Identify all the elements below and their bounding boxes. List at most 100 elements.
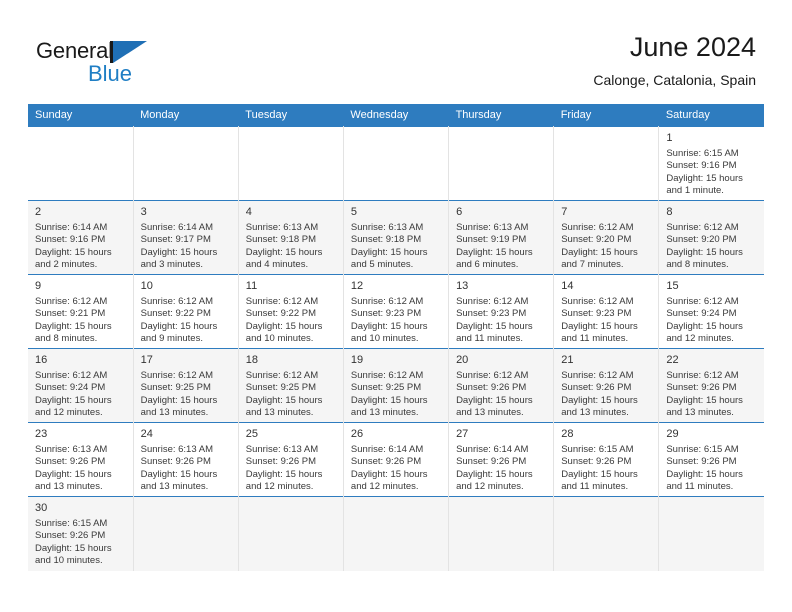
day-sunrise-text: Sunrise: 6:12 AM [245,296,319,307]
day-daylight1-text: Daylight: 15 hours [666,320,743,332]
day-sunrise-text: Sunrise: 6:15 AM [666,444,739,455]
blue-triangle-flag-icon [113,41,147,63]
day-cell-inner: 13 Sunrise: 6:12 AM Sunset: 9:23 PM Dayligh… [449,275,553,348]
calendar-day-cell[interactable]: 6 Sunrise: 6:13 AM Sunset: 9:19 PM Daylight… [448,200,555,275]
calendar-day-cell[interactable]: 2 Sunrise: 6:14 AM Sunset: 9:16 PM Daylight… [28,200,134,275]
day-number: 11 [245,280,258,292]
calendar-day-cell[interactable]: 12 Sunrise: 6:12 AM Sunset: 9:23 PM Dayligh… [343,274,450,349]
day-number: 16 [35,354,48,366]
day-sunrise-text: Sunrise: 6:12 AM [140,370,213,381]
day-sun-info: Sunrise: 6:12 AM Sunset: 9:21 PM Daylight:… [35,296,127,346]
day-daylight1-text: Daylight: 15 hours [666,246,743,258]
calendar-day-cell[interactable]: 27 Sunrise: 6:14 AM Sunset: 9:26 PM Dayligh… [448,422,555,497]
day-cell-inner: 1 Sunrise: 6:15 AM Sunset: 9:16 PM Daylight… [659,127,764,200]
calendar-day-cell[interactable]: 14 Sunrise: 6:12 AM Sunset: 9:23 PM Dayligh… [553,274,660,349]
calendar-day-cell[interactable]: 17 Sunrise: 6:12 AM Sunset: 9:25 PM Dayligh… [133,348,239,423]
day-cell-inner: 26 Sunrise: 6:14 AM Sunset: 9:26 PM Dayligh… [344,423,448,496]
day-daylight2-text: and 13 minutes. [561,407,629,419]
day-cell-inner: 20 Sunrise: 6:12 AM Sunset: 9:26 PM Dayligh… [449,349,553,422]
calendar-day-cell[interactable]: 3 Sunrise: 6:14 AM Sunset: 9:17 PM Daylight… [133,200,239,275]
day-sunset-text: Sunset: 9:16 PM [666,160,737,172]
day-sunset-text: Sunset: 9:26 PM [35,530,106,542]
calendar-day-cell[interactable]: 26 Sunrise: 6:14 AM Sunset: 9:26 PM Dayligh… [343,422,450,497]
day-daylight2-text: and 10 minutes. [350,333,419,345]
calendar-day-cell[interactable]: 5 Sunrise: 6:13 AM Sunset: 9:18 PM Daylight… [343,200,450,275]
day-number: 26 [350,428,364,440]
day-sunset-text: Sunset: 9:26 PM [140,456,211,468]
day-sunrise-text: Sunrise: 6:13 AM [140,444,213,455]
calendar-day-cell[interactable]: 18 Sunrise: 6:12 AM Sunset: 9:25 PM Dayligh… [238,348,344,423]
day-sunset-text: Sunset: 9:22 PM [140,308,211,320]
day-daylight1-text: Daylight: 15 hours [561,246,638,258]
calendar-day-cell[interactable]: 30 Sunrise: 6:15 AM Sunset: 9:26 PM Dayligh… [28,496,134,571]
day-sunset-text: Sunset: 9:23 PM [350,308,422,320]
day-number: 30 [35,502,48,514]
day-cell-inner [239,127,343,200]
calendar-day-cell[interactable]: 15 Sunrise: 6:12 AM Sunset: 9:24 PM Dayligh… [658,274,764,349]
day-sunrise-text: Sunrise: 6:12 AM [350,370,424,381]
day-number: 18 [245,354,259,366]
day-sun-info: Sunrise: 6:12 AM Sunset: 9:23 PM Daylight:… [351,296,442,346]
calendar-day-cell[interactable]: 4 Sunrise: 6:13 AM Sunset: 9:18 PM Daylight… [238,200,344,275]
day-sunset-text: Sunset: 9:16 PM [35,234,106,246]
day-sunset-text: Sunset: 9:26 PM [245,456,317,468]
day-sunset-text: Sunset: 9:18 PM [245,234,317,246]
day-sunrise-text: Sunrise: 6:14 AM [350,444,424,455]
day-cell-inner: 17 Sunrise: 6:12 AM Sunset: 9:25 PM Dayligh… [134,349,238,422]
day-number: 27 [456,428,469,440]
calendar-day-cell[interactable]: 16 Sunrise: 6:12 AM Sunset: 9:24 PM Dayligh… [28,348,134,423]
day-number: 24 [140,428,153,440]
day-cell-inner [239,497,343,571]
day-number: 8 [666,206,673,218]
calendar-day-cell[interactable]: 8 Sunrise: 6:12 AM Sunset: 9:20 PM Daylight… [658,200,764,275]
calendar-day-cell[interactable]: 25 Sunrise: 6:13 AM Sunset: 9:26 PM Dayligh… [238,422,344,497]
calendar-body: 1 Sunrise: 6:15 AM Sunset: 9:16 PM Daylight… [28,126,764,571]
day-daylight1-text: Daylight: 15 hours [456,320,533,332]
day-sunrise-text: Sunrise: 6:13 AM [245,222,319,233]
calendar-day-cell[interactable]: 13 Sunrise: 6:12 AM Sunset: 9:23 PM Dayligh… [448,274,555,349]
day-number: 7 [561,206,568,218]
calendar-empty-cell [28,126,134,201]
day-cell-inner: 28 Sunrise: 6:15 AM Sunset: 9:26 PM Dayligh… [554,423,658,496]
general-blue-logo[interactable]: General Blue [36,38,196,90]
day-daylight1-text: Daylight: 15 hours [350,468,428,480]
calendar-day-cell[interactable]: 10 Sunrise: 6:12 AM Sunset: 9:22 PM Dayligh… [133,274,239,349]
day-daylight2-text: and 13 minutes. [140,481,209,493]
day-cell-inner: 2 Sunrise: 6:14 AM Sunset: 9:16 PM Daylight… [28,201,133,274]
calendar-day-cell[interactable]: 7 Sunrise: 6:12 AM Sunset: 9:20 PM Daylight… [553,200,660,275]
day-sun-info: Sunrise: 6:12 AM Sunset: 9:25 PM Daylight:… [351,370,442,420]
day-cell-inner [344,127,448,200]
calendar-day-cell[interactable]: 22 Sunrise: 6:12 AM Sunset: 9:26 PM Dayligh… [658,348,764,423]
day-sunrise-text: Sunrise: 6:12 AM [666,370,739,381]
day-sun-info: Sunrise: 6:12 AM Sunset: 9:25 PM Daylight:… [246,370,337,420]
calendar-day-cell[interactable]: 28 Sunrise: 6:15 AM Sunset: 9:26 PM Dayligh… [553,422,660,497]
day-sunrise-text: Sunrise: 6:13 AM [35,444,108,455]
calendar-day-cell[interactable]: 1 Sunrise: 6:15 AM Sunset: 9:16 PM Daylight… [658,126,764,201]
day-number: 21 [561,354,574,366]
day-sunset-text: Sunset: 9:25 PM [350,382,422,394]
day-sun-info: Sunrise: 6:14 AM Sunset: 9:17 PM Daylight:… [141,222,232,272]
calendar-day-cell[interactable]: 9 Sunrise: 6:12 AM Sunset: 9:21 PM Daylight… [28,274,134,349]
calendar-day-cell[interactable]: 19 Sunrise: 6:12 AM Sunset: 9:25 PM Dayligh… [343,348,450,423]
day-daylight1-text: Daylight: 15 hours [140,320,218,332]
calendar-day-cell[interactable]: 29 Sunrise: 6:15 AM Sunset: 9:26 PM Dayligh… [658,422,764,497]
day-daylight2-text: and 13 minutes. [35,481,103,493]
day-cell-inner: 9 Sunrise: 6:12 AM Sunset: 9:21 PM Daylight… [28,275,133,348]
day-daylight1-text: Daylight: 15 hours [245,468,323,480]
day-daylight2-text: and 4 minutes. [245,259,309,271]
day-daylight2-text: and 5 minutes. [350,259,414,271]
calendar-day-cell[interactable]: 21 Sunrise: 6:12 AM Sunset: 9:26 PM Dayligh… [553,348,660,423]
day-sunrise-text: Sunrise: 6:12 AM [456,296,529,307]
day-sunset-text: Sunset: 9:26 PM [456,382,527,394]
calendar-day-cell[interactable]: 20 Sunrise: 6:12 AM Sunset: 9:26 PM Dayligh… [448,348,555,423]
day-sunset-text: Sunset: 9:19 PM [456,234,527,246]
day-daylight1-text: Daylight: 15 hours [561,394,638,406]
calendar-day-cell[interactable]: 23 Sunrise: 6:13 AM Sunset: 9:26 PM Dayligh… [28,422,134,497]
day-daylight2-text: and 7 minutes. [561,259,624,271]
day-daylight1-text: Daylight: 15 hours [666,394,743,406]
day-daylight2-text: and 10 minutes. [245,333,314,345]
calendar-day-cell[interactable]: 11 Sunrise: 6:12 AM Sunset: 9:22 PM Dayligh… [238,274,344,349]
day-sun-info: Sunrise: 6:14 AM Sunset: 9:26 PM Daylight:… [351,444,442,494]
day-sun-info: Sunrise: 6:15 AM Sunset: 9:26 PM Daylight:… [666,444,758,494]
calendar-day-cell[interactable]: 24 Sunrise: 6:13 AM Sunset: 9:26 PM Dayligh… [133,422,239,497]
